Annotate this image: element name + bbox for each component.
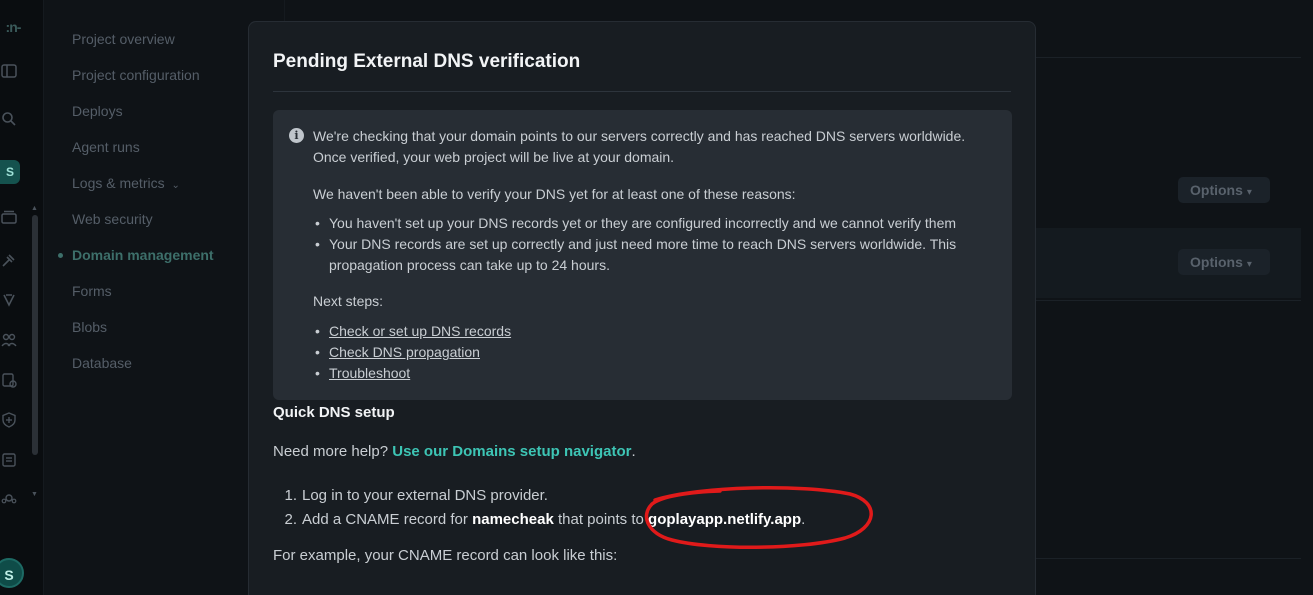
sidebar-item-forms[interactable]: Forms <box>72 283 112 299</box>
list-item: 1. Log in to your external DNS provider. <box>284 487 548 504</box>
search-icon[interactable] <box>0 111 18 129</box>
sidebar-item-blobs[interactable]: Blobs <box>72 319 107 335</box>
help-line: Need more help? Use our Domains setup na… <box>273 443 636 460</box>
info-line-1: We're checking that your domain points t… <box>313 128 966 144</box>
rail-scrollbar[interactable]: ▲ ▼ <box>31 205 38 505</box>
deploys-icon[interactable] <box>0 252 18 270</box>
reasons-intro: We haven't been able to verify your DNS … <box>313 186 796 202</box>
builds-icon[interactable] <box>0 210 18 228</box>
list-item: 2. Add a CNAME record for namecheak that … <box>284 511 806 528</box>
list-item: Check or set up DNS records <box>329 321 511 342</box>
sidebar-item-domain-management[interactable]: Domain management <box>56 247 214 263</box>
forms-icon[interactable] <box>0 372 18 390</box>
step-2-prefix: Add a CNAME record for <box>302 511 468 528</box>
docs-icon[interactable] <box>0 452 18 470</box>
list-item: Troubleshoot <box>329 363 511 384</box>
team-icon[interactable] <box>0 332 18 350</box>
icon-rail: :n- S ▲ ▼ S <box>0 0 44 595</box>
check-dns-records-link[interactable]: Check or set up DNS records <box>329 323 511 339</box>
sidebar-item-web-security[interactable]: Web security <box>72 211 153 227</box>
options-label: Options <box>1190 182 1243 198</box>
setup-steps: 1. Log in to your external DNS provider. … <box>273 484 805 532</box>
divider <box>1036 558 1301 559</box>
sidebar-toggle-icon[interactable] <box>0 64 18 82</box>
functions-icon[interactable] <box>0 292 18 310</box>
list-item: Check DNS propagation <box>329 342 511 363</box>
sidebar-item-project-configuration[interactable]: Project configuration <box>72 67 200 83</box>
sidebar-item-logs-metrics[interactable]: Logs & metrics ⌄ <box>72 175 180 191</box>
chevron-down-icon: ▾ <box>1246 259 1252 270</box>
scroll-up-arrow-icon[interactable]: ▲ <box>31 205 38 212</box>
info-line-2: Once verified, your web project will be … <box>313 149 675 165</box>
list-item: You haven't set up your DNS records yet … <box>315 213 969 234</box>
list-item: Your DNS records are set up correctly an… <box>315 234 969 276</box>
cname-example-text: For example, your CNAME record can look … <box>273 547 618 564</box>
step-1-text: Log in to your external DNS provider. <box>302 487 548 504</box>
options-button[interactable]: Options ▾ <box>1178 249 1270 275</box>
chevron-down-icon: ⌄ <box>171 180 180 191</box>
reasons-list: You haven't set up your DNS records yet … <box>315 213 969 276</box>
sidebar-item-project-overview[interactable]: Project overview <box>72 31 175 47</box>
cname-target: goplayapp.netlify.app <box>648 511 802 528</box>
info-icon: i <box>289 128 304 143</box>
security-icon[interactable] <box>0 412 18 430</box>
help-prefix: Need more help? <box>273 443 389 460</box>
scroll-down-arrow-icon[interactable]: ▼ <box>31 491 38 498</box>
netlify-logo-icon[interactable]: :n- <box>0 18 26 36</box>
chevron-down-icon: ▾ <box>1246 187 1252 198</box>
next-steps-links: Check or set up DNS records Check DNS pr… <box>329 321 511 384</box>
sidebar-item-agent-runs[interactable]: Agent runs <box>72 139 140 155</box>
site-badge[interactable]: S <box>0 160 20 184</box>
info-callout: i We're checking that your domain points… <box>273 110 1012 400</box>
avatar[interactable]: S <box>0 558 24 588</box>
divider <box>1036 300 1301 301</box>
options-button[interactable]: Options ▾ <box>1178 177 1270 203</box>
domains-setup-navigator-link[interactable]: Use our Domains setup navigator <box>392 443 631 460</box>
check-dns-propagation-link[interactable]: Check DNS propagation <box>329 344 480 360</box>
scrollbar-thumb[interactable] <box>32 215 38 455</box>
dns-verification-modal: Pending External DNS verification i We'r… <box>248 21 1036 595</box>
sidebar-item-label: Domain management <box>72 247 214 263</box>
troubleshoot-link[interactable]: Troubleshoot <box>329 365 410 381</box>
help-suffix: . <box>631 443 636 460</box>
next-steps-label: Next steps: <box>313 293 384 309</box>
sidebar-item-deploys[interactable]: Deploys <box>72 103 123 119</box>
options-label: Options <box>1190 254 1243 270</box>
sidebar-item-database[interactable]: Database <box>72 355 132 371</box>
modal-title: Pending External DNS verification <box>273 51 581 72</box>
quick-dns-setup-heading: Quick DNS setup <box>273 404 395 421</box>
step-2-suffix: . <box>801 511 806 528</box>
divider <box>273 91 1011 92</box>
step-2-middle: that points to <box>557 511 644 528</box>
sidebar-item-label: Logs & metrics <box>72 175 165 191</box>
active-indicator-icon <box>56 251 65 260</box>
divider <box>1036 57 1301 58</box>
custom-domain-name: namecheak <box>472 511 554 528</box>
integrations-icon[interactable] <box>0 490 18 508</box>
